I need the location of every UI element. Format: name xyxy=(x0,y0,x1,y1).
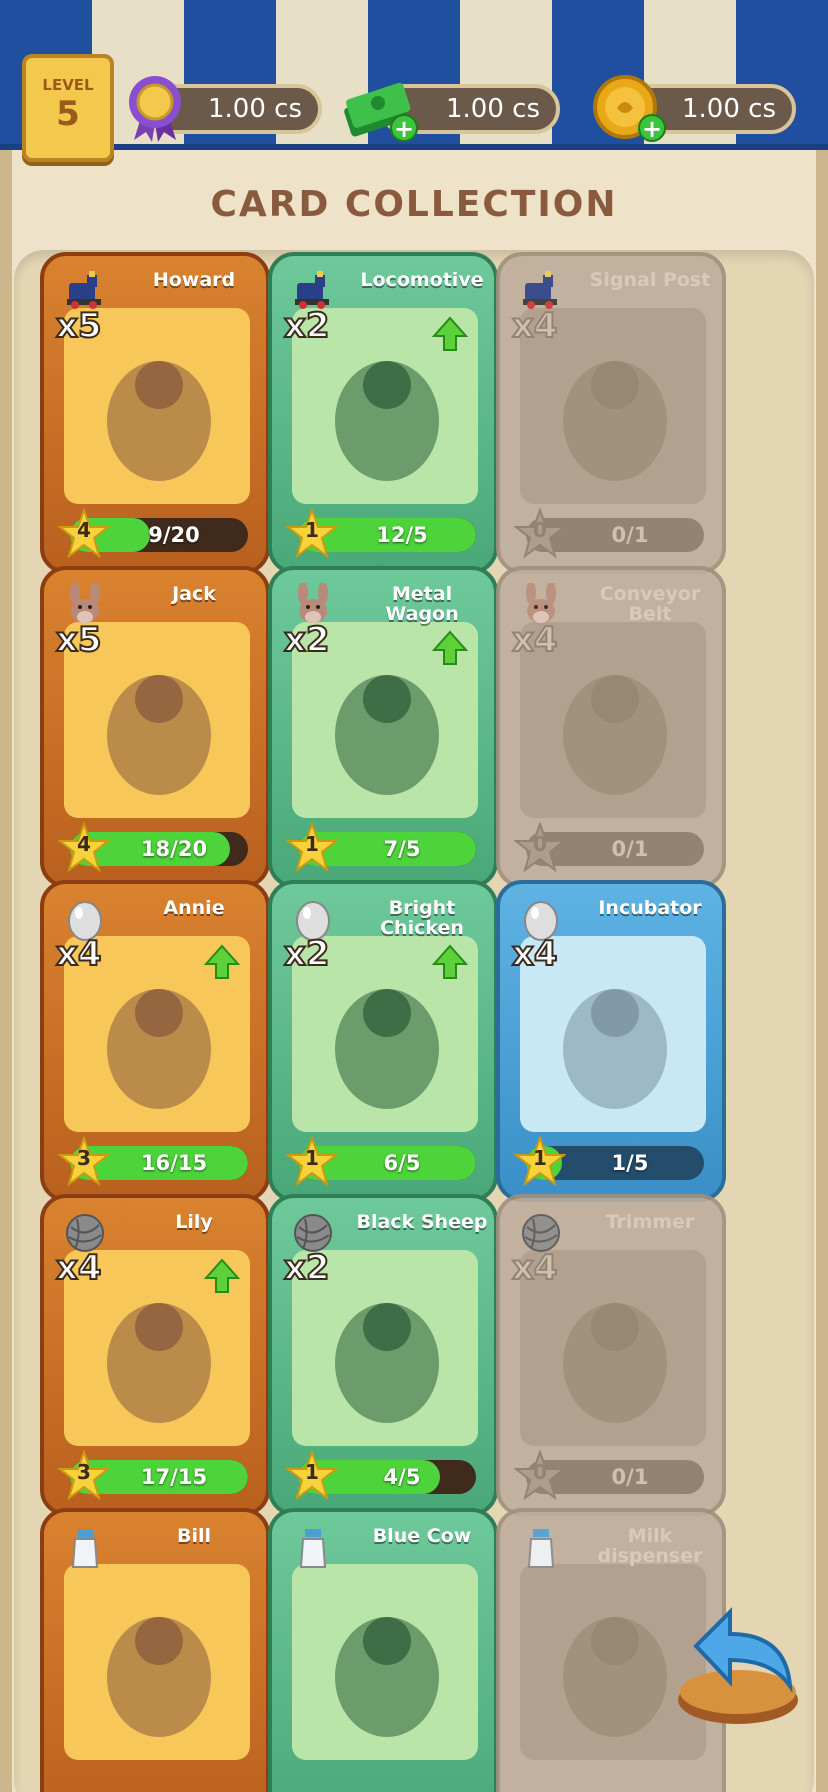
card-illustration xyxy=(312,650,462,810)
currency-value: 1.00 cs xyxy=(682,94,776,124)
card-blue-cow[interactable]: Blue Cow xyxy=(268,1508,498,1792)
card-illustration xyxy=(84,650,234,810)
milk-bottle-icon xyxy=(290,1524,336,1570)
card-name: Metal Wagon xyxy=(385,583,459,625)
card-black-sheep[interactable]: Black Sheep x2 4/5 1 xyxy=(268,1194,498,1516)
card-name: Blue Cow xyxy=(372,1525,472,1547)
card-annie[interactable]: Annie x4 16/15 3 xyxy=(40,880,270,1202)
star-level: 0 xyxy=(533,1460,547,1484)
gold-coin-icon[interactable]: + xyxy=(588,70,666,144)
card-illustration xyxy=(84,1278,234,1438)
page-title: CARD COLLECTION xyxy=(210,184,618,225)
milk-bottle-icon xyxy=(62,1524,108,1570)
card-illustration xyxy=(84,1592,234,1752)
level-value: 5 xyxy=(56,94,80,134)
ribbon-medal-icon xyxy=(118,70,192,144)
card-illustration xyxy=(312,964,462,1124)
card-illustration xyxy=(540,964,690,1124)
star-level: 0 xyxy=(533,518,547,542)
card-name: Locomotive xyxy=(360,269,484,291)
card-name: Incubator xyxy=(598,897,702,919)
card-bill[interactable]: Bill xyxy=(40,1508,270,1792)
currency-value: 1.00 cs xyxy=(446,94,540,124)
star-level: 1 xyxy=(305,832,319,856)
card-trimmer[interactable]: Trimmer x4 0/1 0 xyxy=(496,1194,726,1516)
card-signal-post[interactable]: Signal Post x4 0/1 0 xyxy=(496,252,726,574)
add-coin-icon[interactable]: + xyxy=(638,114,666,142)
card-lily[interactable]: Lily x4 17/15 3 xyxy=(40,1194,270,1516)
currency-value: 1.00 cs xyxy=(208,94,302,124)
card-name: Lily xyxy=(175,1211,213,1233)
card-illustration xyxy=(312,336,462,496)
level-badge: LEVEL 5 xyxy=(22,54,114,162)
star-level: 4 xyxy=(77,518,91,542)
card-illustration xyxy=(540,1278,690,1438)
card-bright-chicken[interactable]: Bright Chicken x2 6/5 1 xyxy=(268,880,498,1202)
back-arrow-button[interactable] xyxy=(668,1590,808,1730)
card-conveyor-belt[interactable]: Conveyor Belt x4 0/1 0 xyxy=(496,566,726,888)
star-level: 1 xyxy=(533,1146,547,1170)
card-metal-wagon[interactable]: Metal Wagon x2 7/5 1 xyxy=(268,566,498,888)
star-level: 3 xyxy=(77,1146,91,1170)
card-illustration xyxy=(312,1278,462,1438)
card-name: Annie xyxy=(163,897,225,919)
star-level: 1 xyxy=(305,1146,319,1170)
card-name: Trimmer xyxy=(605,1211,695,1233)
cash-stack-icon[interactable]: + xyxy=(340,70,418,144)
card-illustration xyxy=(84,336,234,496)
star-level: 3 xyxy=(77,1460,91,1484)
card-illustration xyxy=(312,1592,462,1752)
card-name: Black Sheep xyxy=(356,1211,488,1233)
card-name: Signal Post xyxy=(589,269,711,291)
card-name: Bill xyxy=(176,1525,212,1547)
card-howard[interactable]: Howard x5 9/20 4 xyxy=(40,252,270,574)
card-illustration xyxy=(540,336,690,496)
card-name: Conveyor Belt xyxy=(599,583,701,625)
card-illustration xyxy=(84,964,234,1124)
star-level: 1 xyxy=(305,518,319,542)
card-name: Howard xyxy=(152,269,236,291)
card-incubator[interactable]: Incubator x4 1/5 1 xyxy=(496,880,726,1202)
add-cash-icon[interactable]: + xyxy=(390,114,418,142)
milk-bottle-icon xyxy=(518,1524,564,1570)
star-level: 0 xyxy=(533,832,547,856)
card-name: Bright Chicken xyxy=(380,897,464,939)
star-level: 1 xyxy=(305,1460,319,1484)
card-jack[interactable]: Jack x5 18/20 4 xyxy=(40,566,270,888)
card-name: Milk dispenser xyxy=(597,1525,703,1567)
level-label: LEVEL xyxy=(42,76,94,94)
card-name: Jack xyxy=(172,583,216,605)
card-illustration xyxy=(540,650,690,810)
card-locomotive[interactable]: Locomotive x2 12/5 1 xyxy=(268,252,498,574)
star-level: 4 xyxy=(77,832,91,856)
